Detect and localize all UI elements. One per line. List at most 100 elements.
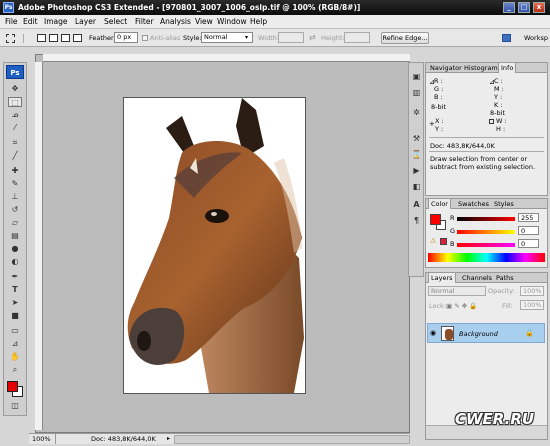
workspace-button[interactable]: Worksp	[524, 29, 548, 47]
layer-comps-icon[interactable]: ◧	[411, 181, 422, 192]
feather-input[interactable]: 0 px	[114, 32, 138, 43]
tab-paths[interactable]: Paths	[494, 273, 516, 283]
menu-image[interactable]: Image	[44, 15, 68, 29]
info-h: H :	[496, 125, 506, 133]
add-selection-icon[interactable]	[49, 34, 58, 42]
eyedropper-icon[interactable]: ⊿	[8, 339, 22, 349]
pen-icon[interactable]: ✒	[8, 272, 22, 282]
layer-row[interactable]: ◉ Background 🔒	[427, 323, 545, 343]
r-slider[interactable]	[457, 217, 515, 221]
g-slider[interactable]	[457, 230, 515, 234]
intersect-selection-icon[interactable]	[73, 34, 82, 42]
new-selection-icon[interactable]	[37, 34, 46, 42]
histogram-icon[interactable]: ▥	[411, 87, 422, 98]
path-select-icon[interactable]: ➤	[8, 298, 22, 308]
zoom-level[interactable]: 100%	[32, 434, 51, 444]
divider: |	[22, 34, 26, 44]
history-brush-icon[interactable]: ↺	[8, 205, 22, 215]
width-input[interactable]	[278, 32, 304, 43]
gradient-icon[interactable]: ▤	[8, 231, 22, 241]
menu-edit[interactable]: Edit	[23, 15, 38, 29]
eraser-icon[interactable]: ▱	[8, 218, 22, 228]
workspace-icon[interactable]	[502, 34, 511, 42]
menu-help[interactable]: Help	[250, 15, 267, 29]
actions-icon[interactable]: ▶	[411, 165, 422, 176]
healing-icon[interactable]: ✚	[8, 166, 22, 176]
tab-channels[interactable]: Channels	[460, 273, 494, 283]
ps-logo: Ps	[6, 65, 24, 79]
layers-panel-tabs: Layers Channels Paths	[426, 273, 547, 283]
shape-icon[interactable]: ■	[8, 311, 22, 321]
g-value-input[interactable]: 0	[518, 226, 539, 235]
b-slider[interactable]	[457, 243, 515, 247]
blend-mode-select[interactable]: Normal	[428, 286, 486, 296]
subtract-selection-icon[interactable]	[61, 34, 70, 42]
r-value-input[interactable]: 255	[518, 213, 539, 222]
menu-layer[interactable]: Layer	[75, 15, 96, 29]
lock-icons[interactable]: ▣ ✎ ✥ 🔒	[446, 302, 477, 310]
menu-view[interactable]: View	[195, 15, 213, 29]
tab-swatches[interactable]: Swatches	[456, 199, 491, 209]
menu-analysis[interactable]: Analysis	[160, 15, 191, 29]
title-bar: Ps Adobe Photoshop CS3 Extended - [97080…	[0, 0, 550, 15]
foreground-color-swatch[interactable]	[7, 381, 18, 392]
minimize-button[interactable]: _	[503, 2, 515, 13]
collapsed-panel-strip: ▣ ▥ ✲ ⚒ ⌛ ▶ ◧ A ¶	[408, 62, 424, 277]
tab-styles[interactable]: Styles	[492, 199, 516, 209]
horizontal-scrollbar[interactable]	[174, 435, 410, 444]
navigator-icon[interactable]: ▣	[411, 71, 422, 82]
blur-icon[interactable]: ●	[8, 244, 22, 254]
divider	[55, 434, 56, 444]
opacity-input[interactable]: 100%	[520, 286, 544, 296]
warning-icon: ⚠	[430, 237, 437, 245]
history-icon[interactable]: ⌛	[411, 149, 422, 160]
swap-icon[interactable]: ⇄	[309, 29, 316, 47]
tab-layers[interactable]: Layers	[428, 273, 456, 283]
zoom-icon[interactable]: ⌕	[8, 365, 22, 375]
marquee-icon[interactable]: ⬚	[8, 97, 22, 107]
lasso-icon[interactable]: ᓄ	[8, 110, 22, 120]
menu-filter[interactable]: Filter	[135, 15, 154, 29]
maximize-button[interactable]: □	[518, 2, 530, 13]
close-button[interactable]: x	[533, 2, 545, 13]
brush-icon[interactable]: ✎	[8, 179, 22, 189]
crop-icon[interactable]: ⌗	[8, 138, 22, 148]
tab-color[interactable]: Color	[428, 199, 451, 209]
info-hint: Draw selection from center or subtract f…	[430, 155, 536, 171]
refine-edge-button[interactable]: Refine Edge...	[381, 32, 429, 44]
antialias-checkbox[interactable]	[142, 35, 148, 41]
gamut-swatch[interactable]	[440, 238, 447, 245]
color-ramp[interactable]	[428, 253, 545, 262]
info-c: C :	[494, 77, 503, 85]
marquee-preset-icon[interactable]	[6, 34, 15, 43]
tab-histogram[interactable]: Histogram	[462, 63, 500, 73]
slice-icon[interactable]: ╱	[8, 151, 22, 161]
lock-icon: 🔒	[525, 329, 534, 337]
fill-input[interactable]: 100%	[520, 300, 544, 310]
menu-window[interactable]: Window	[217, 15, 247, 29]
notes-icon[interactable]: ▭	[8, 326, 22, 336]
stamp-icon[interactable]: ⊥	[8, 192, 22, 202]
tool-presets-icon[interactable]: ⚒	[411, 133, 422, 144]
status-arrow-icon[interactable]: ▸	[167, 434, 170, 444]
paragraph-icon[interactable]: ¶	[411, 215, 422, 226]
eye-icon[interactable]: ◉	[430, 329, 436, 337]
menu-select[interactable]: Select	[104, 15, 127, 29]
tab-info[interactable]: Info	[498, 63, 517, 73]
b-value-input[interactable]: 0	[518, 239, 539, 248]
move-icon[interactable]: ✥	[8, 84, 22, 94]
menu-file[interactable]: File	[5, 15, 18, 29]
document-canvas[interactable]	[123, 97, 306, 394]
type-icon[interactable]: T	[8, 285, 22, 295]
quick-mask-icon[interactable]: ◫	[8, 401, 22, 411]
height-input[interactable]	[344, 32, 370, 43]
magic-wand-icon[interactable]: ⁄	[8, 123, 22, 133]
brushes-icon[interactable]: ✲	[411, 107, 422, 118]
tab-navigator[interactable]: Navigator	[428, 63, 464, 73]
selection-size-icon	[489, 119, 494, 124]
hand-icon[interactable]: ✋	[8, 352, 22, 362]
foreground-color-box[interactable]	[430, 214, 441, 225]
character-icon[interactable]: A	[411, 199, 422, 210]
info-bit-right: 8-bit	[490, 109, 505, 117]
dodge-icon[interactable]: ◐	[8, 257, 22, 267]
